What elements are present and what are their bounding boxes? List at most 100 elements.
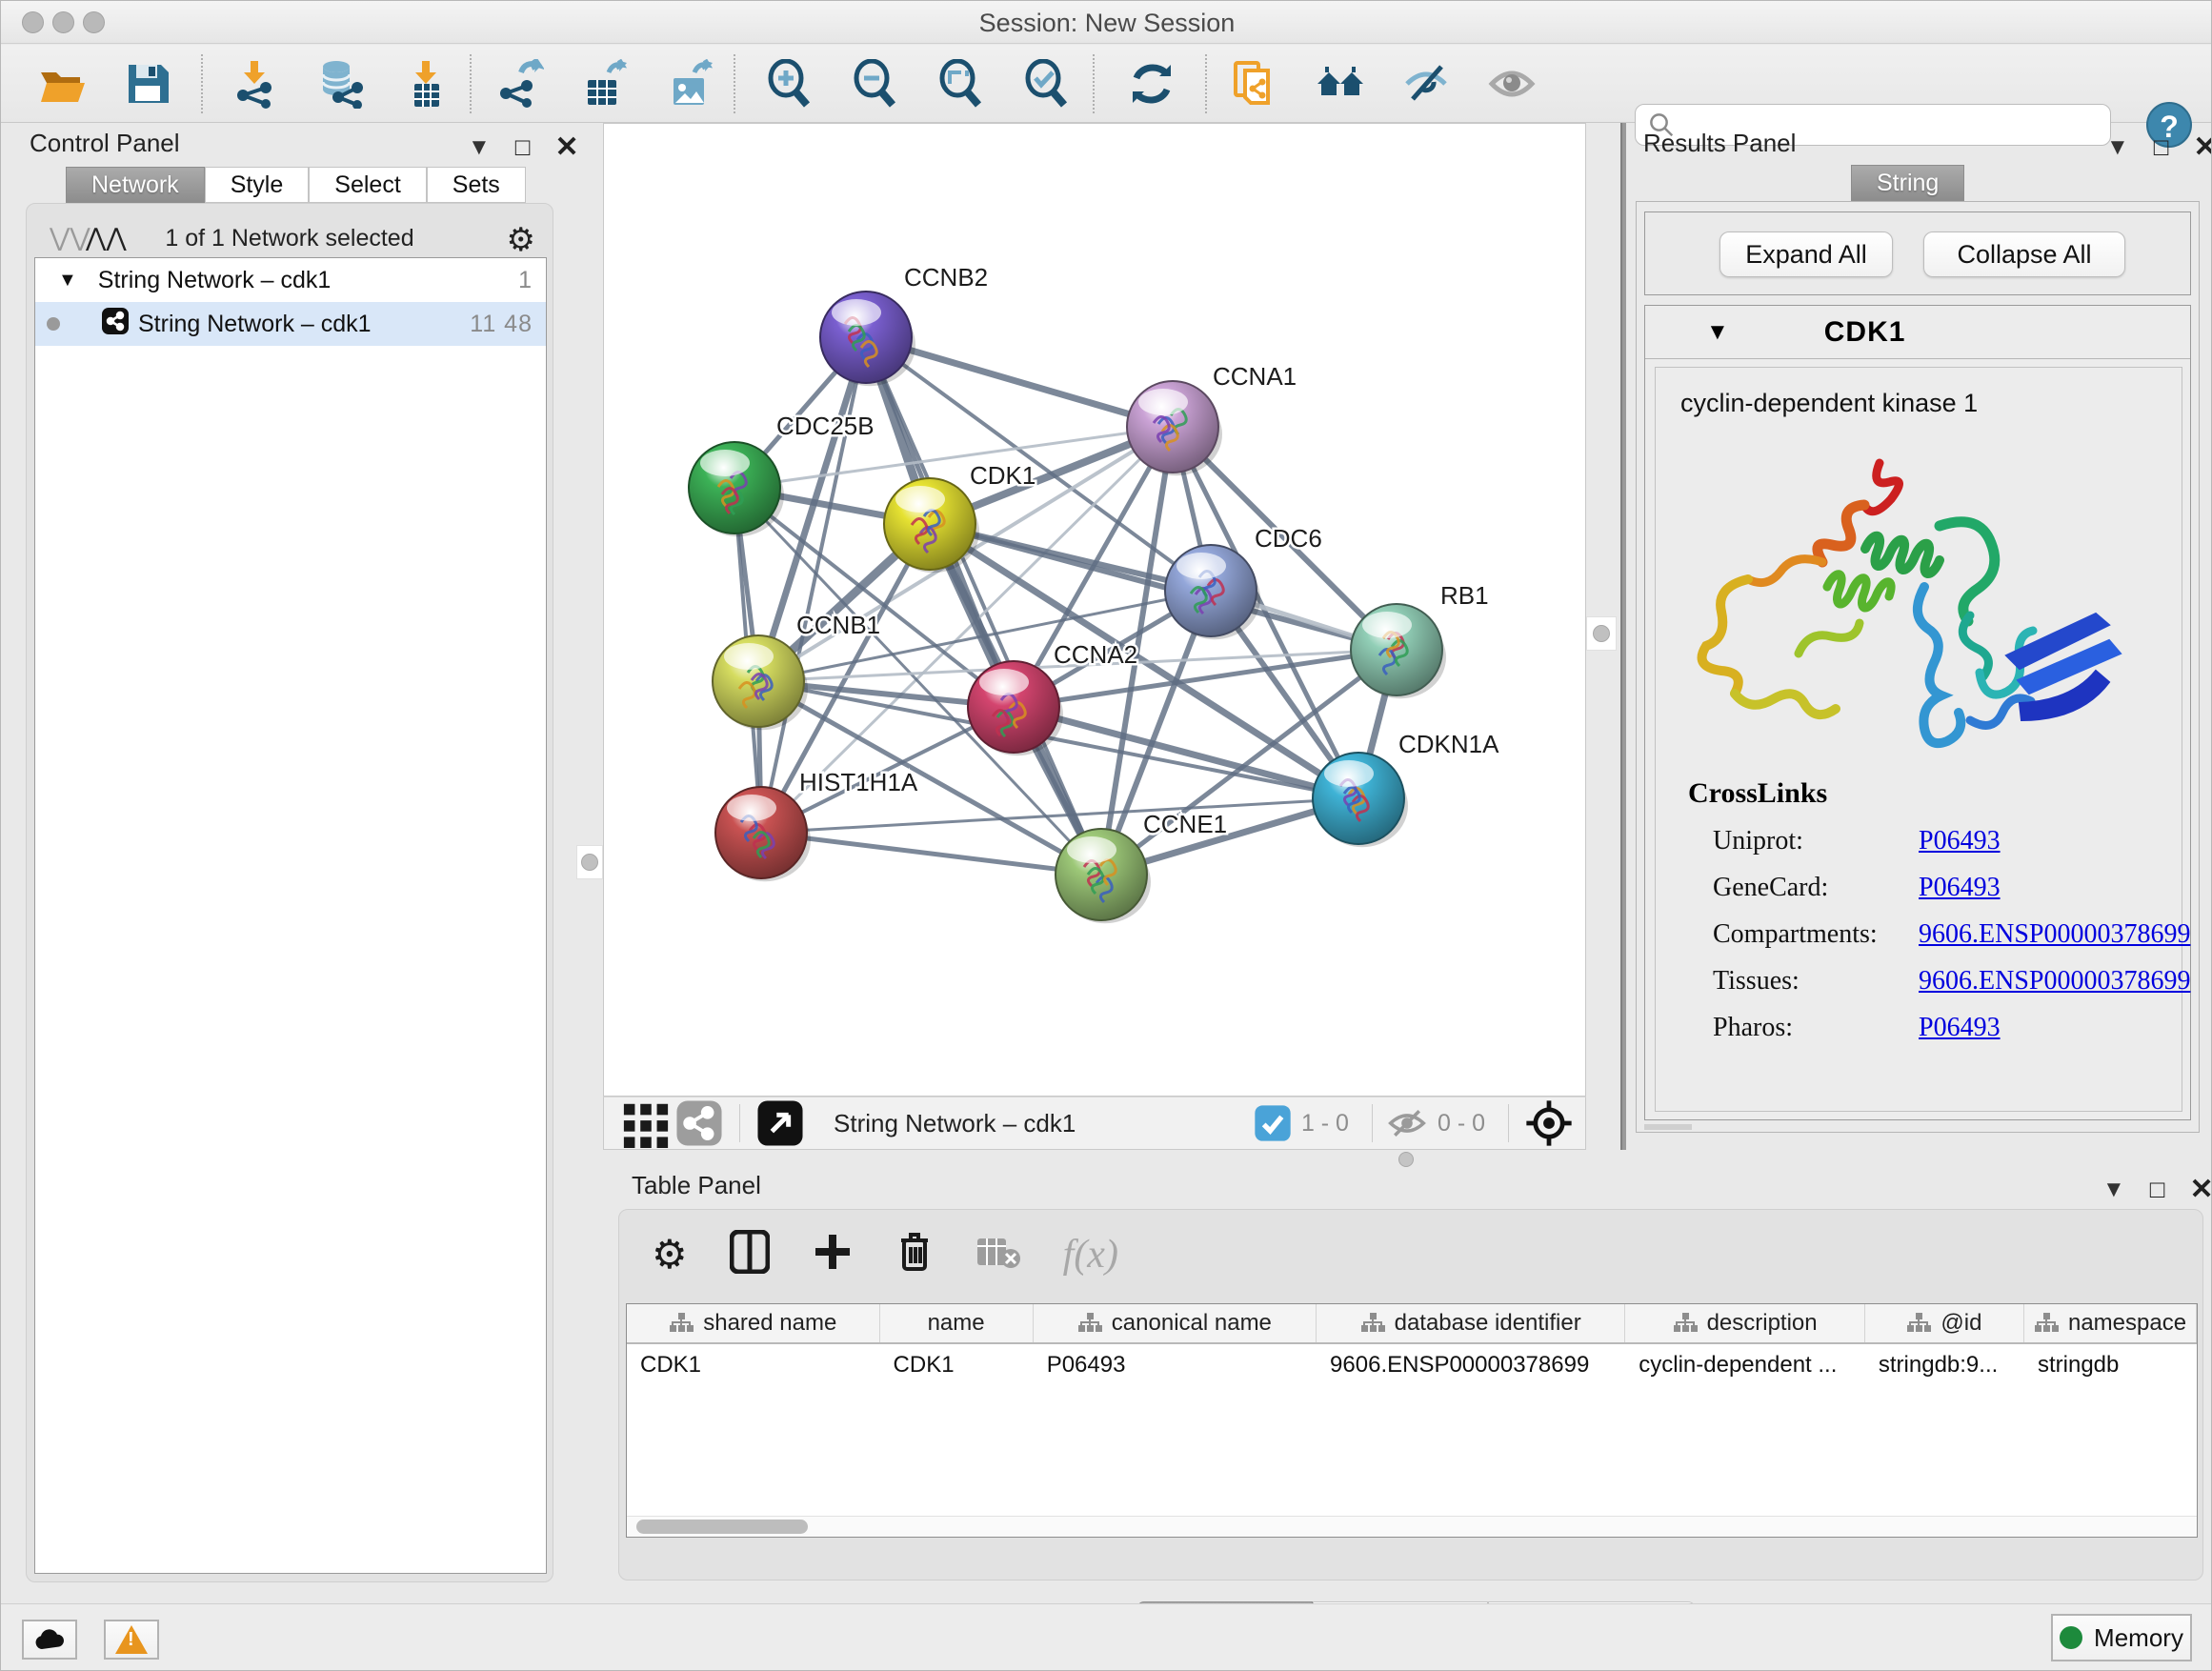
memory-button[interactable]: Memory	[2051, 1614, 2192, 1661]
column-header-canonical-name[interactable]: canonical name	[1034, 1304, 1317, 1342]
results-panel-collapse-icon[interactable]: ▼	[2106, 134, 2129, 161]
main-toolbar: ?	[1, 45, 2212, 123]
network-node-ccnb1[interactable]: CCNB1	[713, 611, 880, 730]
column-header-description[interactable]: description	[1625, 1304, 1865, 1342]
node-table[interactable]: shared namenamecanonical namedatabase id…	[626, 1303, 2198, 1538]
results-scrollbar[interactable]	[1644, 1124, 1692, 1130]
tab-select[interactable]: Select	[309, 167, 426, 203]
table-cell[interactable]: 9606.ENSP00000378699	[1317, 1344, 1625, 1386]
panel-divider[interactable]	[1620, 123, 1626, 1150]
network-item-label: String Network – cdk1	[138, 311, 372, 338]
network-edge[interactable]	[930, 524, 1397, 650]
collapse-all-button[interactable]: Collapse All	[1923, 232, 2125, 277]
right-splitter-handle[interactable]	[1586, 616, 1617, 651]
table-cell[interactable]: cyclin-dependent ...	[1625, 1344, 1865, 1386]
results-panel-close-icon[interactable]: ✕	[2193, 131, 2212, 164]
network-list-item[interactable]: ▼ String Network – cdk11	[35, 258, 546, 302]
network-share-icon[interactable]	[673, 1097, 726, 1150]
table-panel-collapse-icon[interactable]: ▼	[2102, 1177, 2125, 1203]
table-toolbar: ⚙ f(x)	[652, 1229, 1118, 1279]
cloud-button[interactable]	[22, 1620, 77, 1660]
save-session-icon[interactable]	[121, 57, 174, 111]
import-network-icon[interactable]	[228, 57, 281, 111]
network-options-gear-icon[interactable]: ⚙	[507, 221, 535, 259]
table-panel-title: Table Panel	[632, 1171, 761, 1200]
control-panel-float-icon[interactable]: □	[515, 132, 531, 162]
expand-all-button[interactable]: Expand All	[1719, 232, 1893, 277]
show-columns-icon[interactable]	[730, 1230, 770, 1278]
tab-style[interactable]: Style	[205, 167, 310, 203]
tree-expander-icon[interactable]: ▼	[58, 270, 77, 292]
delete-table-icon[interactable]	[975, 1235, 1021, 1274]
duplicate-network-icon[interactable]	[1228, 57, 1281, 111]
crosslink-link[interactable]: 9606.ENSP00000378699	[1919, 966, 2190, 996]
control-panel-collapse-icon[interactable]: ▼	[468, 134, 491, 161]
results-panel-float-icon[interactable]: □	[2154, 132, 2169, 162]
export-network-icon[interactable]	[493, 57, 546, 111]
crosslink-link[interactable]: P06493	[1919, 1013, 2001, 1042]
refresh-icon[interactable]	[1125, 57, 1178, 111]
table-cell[interactable]: stringdb:9...	[1865, 1344, 2024, 1386]
crosslink-label: GeneCard:	[1713, 873, 1919, 903]
table-options-gear-icon[interactable]: ⚙	[652, 1231, 688, 1278]
crosslink-link[interactable]: P06493	[1919, 873, 2001, 902]
zoom-fit-icon[interactable]	[935, 57, 988, 111]
open-in-window-icon[interactable]	[754, 1097, 807, 1150]
zoom-out-icon[interactable]	[849, 57, 902, 111]
memory-label: Memory	[2094, 1623, 2183, 1653]
table-panel-float-icon[interactable]: □	[2150, 1175, 2165, 1204]
selected-checkbox-icon[interactable]	[1254, 1097, 1292, 1150]
tab-network[interactable]: Network	[66, 167, 205, 203]
fit-selected-crosshair-icon[interactable]	[1522, 1097, 1576, 1150]
table-row[interactable]: CDK1CDK1P064939606.ENSP00000378699cyclin…	[627, 1344, 2197, 1386]
delete-column-trash-icon[interactable]	[895, 1229, 934, 1279]
network-node-rb1[interactable]: RB1	[1351, 581, 1489, 698]
protein-header-row[interactable]: ▼ CDK1	[1645, 306, 2190, 359]
function-builder-icon[interactable]: f(x)	[1063, 1232, 1118, 1278]
add-column-plus-icon[interactable]	[812, 1231, 854, 1278]
export-image-icon[interactable]	[664, 57, 717, 111]
warnings-button[interactable]	[104, 1620, 159, 1660]
import-table-icon[interactable]	[399, 57, 452, 111]
tab-sets[interactable]: Sets	[427, 167, 526, 203]
export-table-icon[interactable]	[578, 57, 632, 111]
show-all-icon[interactable]	[1485, 57, 1538, 111]
home-icon[interactable]	[1314, 57, 1367, 111]
table-cell[interactable]: CDK1	[880, 1344, 1034, 1386]
network-edge[interactable]	[761, 833, 1101, 875]
tab-string[interactable]: String	[1851, 165, 1964, 201]
import-network-from-database-icon[interactable]	[313, 57, 367, 111]
left-splitter-handle[interactable]	[576, 845, 603, 879]
control-panel: Control Panel ▼ □ ✕ NetworkStyleSelectSe…	[10, 123, 568, 1590]
column-header-database-identifier[interactable]: database identifier	[1317, 1304, 1625, 1342]
table-hscroll-thumb[interactable]	[636, 1520, 808, 1534]
birdseye-grid-icon[interactable]	[619, 1097, 673, 1150]
network-list-item[interactable]: String Network – cdk111 48	[35, 302, 546, 346]
control-panel-close-icon[interactable]: ✕	[554, 131, 578, 164]
column-header-name[interactable]: name	[880, 1304, 1034, 1342]
table-hscroll-track[interactable]	[627, 1516, 2197, 1537]
table-cell[interactable]: stringdb	[2024, 1344, 2197, 1386]
table-cell[interactable]: P06493	[1034, 1344, 1317, 1386]
table-cell[interactable]: CDK1	[627, 1344, 880, 1386]
network-canvas[interactable]: CCNB2CCNA1CDC25BCDK1CDC6RB1CCNB1CCNA2CDK…	[603, 123, 1586, 1097]
network-node-cdkn1a[interactable]: CDKN1A	[1313, 730, 1499, 847]
column-header--id[interactable]: @id	[1865, 1304, 2024, 1342]
crosslink-row: GeneCard: P06493	[1688, 873, 2190, 903]
network-node-cdc25b[interactable]: CDC25B	[689, 412, 875, 536]
current-network-dot	[47, 317, 60, 331]
network-node-cdk1[interactable]: CDK1	[884, 461, 1036, 573]
hidden-eye-slash-icon[interactable]	[1386, 1097, 1428, 1150]
hide-selected-icon[interactable]	[1399, 57, 1453, 111]
table-panel-close-icon[interactable]: ✕	[2189, 1173, 2212, 1206]
protein-name: CDK1	[1824, 316, 1906, 349]
crosslink-link[interactable]: P06493	[1919, 826, 2001, 856]
crosslink-link[interactable]: 9606.ENSP00000378699	[1919, 919, 2190, 949]
column-header-shared-name[interactable]: shared name	[627, 1304, 880, 1342]
column-header-namespace[interactable]: namespace	[2024, 1304, 2197, 1342]
zoom-in-icon[interactable]	[763, 57, 816, 111]
network-node-ccna1[interactable]: CCNA1	[1127, 362, 1297, 475]
collapse-protein-icon[interactable]: ▼	[1706, 319, 1729, 346]
open-session-icon[interactable]	[35, 57, 89, 111]
zoom-selected-icon[interactable]	[1020, 57, 1074, 111]
